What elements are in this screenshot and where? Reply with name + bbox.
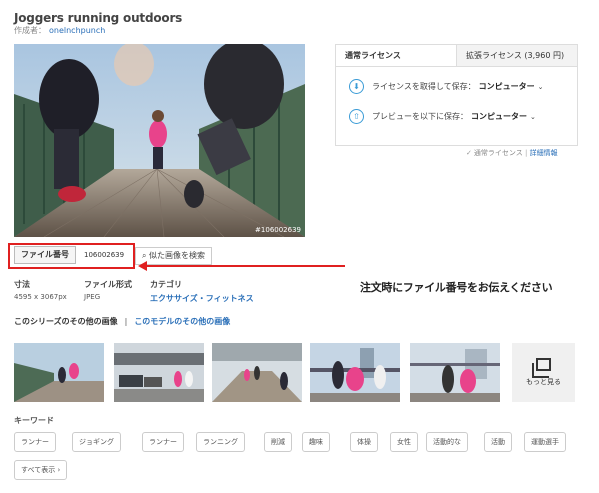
file-number-value: 106002639 xyxy=(84,251,125,259)
image-title: Joggers running outdoors xyxy=(14,11,183,25)
keyword-tag[interactable]: 削減 xyxy=(264,432,292,452)
format-value: JPEG xyxy=(84,293,101,301)
runners-photo xyxy=(14,44,305,237)
keyword-tag[interactable]: 趣味 xyxy=(302,432,330,452)
preview-save-row[interactable]: ⇧ プレビューを以下に保存： コンピューター ⌄ xyxy=(349,109,536,124)
license-download-row[interactable]: ⬇ ライセンスを取得して保存： コンピューター ⌄ xyxy=(349,79,543,94)
find-similar-label: 似た画像を検索 xyxy=(149,251,206,260)
keyword-tag[interactable]: 活動 xyxy=(484,432,512,452)
series-links: このシリーズのその他の画像 | このモデルのその他の画像 xyxy=(14,316,230,327)
category-label: カテゴリ xyxy=(150,280,182,289)
dimensions-label: 寸法 xyxy=(14,280,30,289)
stack-icon xyxy=(532,358,551,378)
meta-format: ファイル形式 JPEG xyxy=(84,279,132,301)
series-images-link[interactable]: このシリーズのその他の画像 xyxy=(14,317,118,326)
thumbnail[interactable] xyxy=(212,343,302,402)
cloud-upload-icon: ⇧ xyxy=(349,109,364,124)
callout-arrow-line xyxy=(145,265,345,267)
check-shield-icon: ✓ xyxy=(466,149,472,157)
license-download-text: ライセンスを取得して保存： xyxy=(372,82,476,91)
author-link[interactable]: onelnchpunch xyxy=(49,26,105,35)
keyword-tag[interactable]: ランナー xyxy=(14,432,56,452)
author-label: 作成者： xyxy=(14,26,46,35)
series-separator: | xyxy=(124,317,128,326)
search-icon: ⌕ xyxy=(142,251,147,260)
keyword-tag[interactable]: 活動的な xyxy=(426,432,468,452)
chevron-down-icon[interactable]: ⌄ xyxy=(530,113,536,121)
license-tabs: 通常ライセンス 拡張ライセンス (3,960 円) xyxy=(336,45,577,67)
thumbnail[interactable] xyxy=(14,343,104,402)
preview-save-text: プレビューを以下に保存： xyxy=(372,112,468,121)
callout-text: 注文時にファイル番号をお伝えください xyxy=(360,281,553,294)
author-line: 作成者： onelnchpunch xyxy=(14,25,105,36)
cart-download-icon: ⬇ xyxy=(349,79,364,94)
keyword-tag[interactable]: ランニング xyxy=(196,432,245,452)
keyword-tag[interactable]: 体操 xyxy=(350,432,378,452)
license-footer: ✓ 通常ライセンス | 詳細情報 xyxy=(466,149,558,157)
image-id-overlay: #106002639 xyxy=(255,226,301,234)
thumbnail[interactable] xyxy=(310,343,400,402)
tab-standard-license[interactable]: 通常ライセンス xyxy=(336,45,456,66)
keyword-tag[interactable]: 女性 xyxy=(390,432,418,452)
keyword-tag[interactable]: ジョギング xyxy=(72,432,121,452)
meta-dimensions: 寸法 4595 x 3067px xyxy=(14,279,67,301)
category-link[interactable]: エクササイズ・フィットネス xyxy=(150,293,254,304)
license-footer-text: 通常ライセンス xyxy=(473,149,523,157)
keywords-title: キーワード xyxy=(14,416,54,425)
license-download-destination[interactable]: コンピューター xyxy=(479,81,535,92)
file-number-button[interactable]: ファイル番号 xyxy=(14,246,76,264)
license-details-link[interactable]: 詳細情報 xyxy=(530,149,558,157)
license-panel: 通常ライセンス 拡張ライセンス (3,960 円) ⬇ ライセンスを取得して保存… xyxy=(335,44,578,146)
preview-save-destination[interactable]: コンピューター xyxy=(471,111,527,122)
show-all-keywords-button[interactable]: すべて表示 › xyxy=(14,460,68,480)
see-more-button[interactable]: もっと見る xyxy=(512,343,575,402)
dimensions-value: 4595 x 3067px xyxy=(14,293,67,301)
tab-extended-license[interactable]: 拡張ライセンス (3,960 円) xyxy=(456,45,577,66)
chevron-down-icon[interactable]: ⌄ xyxy=(538,83,544,91)
thumbnail[interactable] xyxy=(410,343,500,402)
model-images-link[interactable]: このモデルのその他の画像 xyxy=(134,317,230,326)
keyword-tag[interactable]: ランナー xyxy=(142,432,184,452)
see-more-label: もっと見る xyxy=(526,378,561,386)
meta-category: カテゴリ エクササイズ・フィットネス xyxy=(150,279,254,304)
preview-image[interactable]: #106002639 xyxy=(14,44,305,237)
format-label: ファイル形式 xyxy=(84,280,132,289)
thumbnail[interactable] xyxy=(114,343,204,402)
keyword-tag[interactable]: 運動選手 xyxy=(524,432,566,452)
